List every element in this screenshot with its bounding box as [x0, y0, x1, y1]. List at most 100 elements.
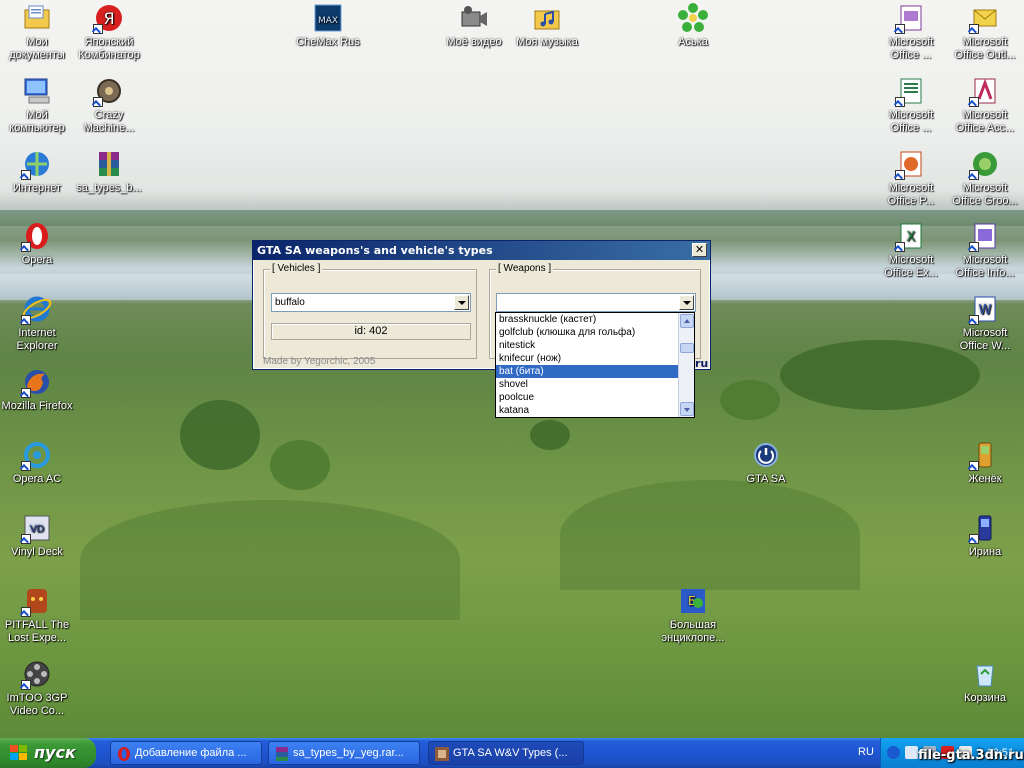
windows-logo-icon: [10, 745, 28, 761]
tray-network-icon[interactable]: [905, 746, 918, 759]
desktop-icon-label: Интернет: [13, 182, 61, 194]
desktop-icon-opera[interactable]: Opera: [0, 220, 74, 267]
weapons-list-item[interactable]: bat (бита): [496, 365, 678, 378]
desktop-icon-gta-sa[interactable]: GTA SA: [729, 439, 803, 486]
chevron-down-icon[interactable]: [679, 295, 694, 310]
groove-icon: [969, 148, 1001, 180]
desktop-icon-label: Mozilla Firefox: [1, 400, 73, 412]
desktop-icon-ms-office-word[interactable]: W Microsoft Office W...: [948, 293, 1022, 353]
desktop-icon-ms-office-excel[interactable]: X Microsoft Office Ex...: [874, 220, 948, 280]
desktop-icon-label: Internet Explorer: [16, 327, 58, 352]
desktop-icon-crazy-machine[interactable]: Crazy Machine...: [72, 75, 146, 135]
desktop-icon-label: Vinyl Deck: [11, 546, 63, 558]
scroll-up-icon[interactable]: [680, 314, 694, 328]
weapons-dropdown-list[interactable]: brassknuckle (кастет) golfclub (клюшка дл…: [495, 312, 695, 418]
desktop-icon-ms-office-powerpoint[interactable]: Microsoft Office P...: [874, 148, 948, 208]
hill: [560, 480, 860, 590]
desktop-icon-label: Японский Комбинатор: [78, 36, 140, 61]
desktop-icon-opera-ac[interactable]: Opera AC: [0, 439, 74, 486]
desktop-icon-label: Microsoft Office Acc...: [955, 109, 1015, 134]
made-by-label: Made by Yegorchic, 2005: [263, 356, 376, 367]
language-indicator[interactable]: RU: [858, 746, 874, 758]
tray-back-arrow-icon[interactable]: [887, 746, 900, 759]
film-reel-icon: [21, 658, 53, 690]
network-icon: [21, 148, 53, 180]
desktop-icon-zhenek[interactable]: Женёк: [948, 439, 1022, 486]
svg-text:Я: Я: [103, 9, 114, 28]
weapons-list-item[interactable]: poolcue: [496, 391, 678, 404]
phone-icon: [969, 512, 1001, 544]
desktop-icon-ms-office-2[interactable]: Microsoft Office ...: [874, 75, 948, 135]
desktop-icon-label: Microsoft Office P...: [887, 182, 935, 207]
desktop-icon-label: Microsoft Office W...: [959, 327, 1011, 352]
icq-flower-icon: [677, 2, 709, 34]
desktop-icon-label: Microsoft Office Info...: [955, 254, 1015, 279]
weapons-list-item[interactable]: shovel: [496, 378, 678, 391]
desktop-icon-label: ImTOO 3GP Video Co...: [6, 692, 68, 717]
desktop-icon-label: Большая энциклопе...: [661, 619, 725, 644]
power-icon: [750, 439, 782, 471]
desktop-icon-icq[interactable]: Аська: [656, 2, 730, 49]
desktop-icon-my-documents[interactable]: Мои документы: [0, 2, 74, 62]
ms-office-doc-icon: [895, 75, 927, 107]
desktop-icon-irina[interactable]: Ирина: [948, 512, 1022, 559]
desktop-icon-ms-office-groove[interactable]: Microsoft Office Groo...: [948, 148, 1022, 208]
desktop-icon-label: Ирина: [968, 546, 1002, 558]
pitfall-icon: [21, 585, 53, 617]
desktop-icon-big-encyclopedia[interactable]: Б Большая энциклопе...: [656, 585, 730, 645]
weapons-list-item[interactable]: golfclub (клюшка для гольфа): [496, 326, 678, 339]
tree: [720, 380, 780, 420]
taskbar-button-label: Добавление файла ...: [135, 747, 247, 759]
desktop-icon-japanese-combinator[interactable]: Я Японский Комбинатор: [72, 2, 146, 62]
desktop-icon-recycle-bin[interactable]: Корзина: [948, 658, 1022, 705]
desktop-icon-label: Моё видео: [446, 36, 502, 48]
desktop-icon-internet-explorer[interactable]: Internet Explorer: [0, 293, 74, 353]
ms-office-icon: [895, 2, 927, 34]
desktop-icon-my-video[interactable]: Моё видео: [437, 2, 511, 49]
desktop-icon-ms-office-access[interactable]: Microsoft Office Acc...: [948, 75, 1022, 135]
desktop-icon-imtoo-3gp[interactable]: ImTOO 3GP Video Co...: [0, 658, 74, 718]
desktop-icon-mozilla-firefox[interactable]: Mozilla Firefox: [0, 366, 74, 413]
tree: [180, 400, 260, 470]
scroll-thumb[interactable]: [680, 343, 694, 353]
outlook-icon: [969, 2, 1001, 34]
encyclopedia-icon: Б: [677, 585, 709, 617]
recycle-bin-icon: [969, 658, 1001, 690]
desktop-icon-sa-types-archive[interactable]: sa_types_b...: [72, 148, 146, 195]
vehicles-combo[interactable]: buffalo: [271, 293, 471, 312]
dropdown-scrollbar[interactable]: [678, 313, 694, 417]
desktop-icon-my-music[interactable]: Моя музыка: [510, 2, 584, 49]
taskbar-button-opera[interactable]: Добавление файла ...: [110, 741, 262, 765]
close-button[interactable]: ✕: [692, 243, 707, 257]
scroll-down-icon[interactable]: [680, 402, 694, 416]
desktop-icon-label: CheMax Rus: [296, 36, 360, 48]
weapons-list-item[interactable]: nitestick: [496, 339, 678, 352]
weapons-combo[interactable]: [496, 293, 696, 312]
desktop-icon-ms-office-outlook[interactable]: Microsoft Office Outl...: [948, 2, 1022, 62]
weapons-list-item[interactable]: knifecur (нож): [496, 352, 678, 365]
weapons-list-item[interactable]: katana: [496, 404, 678, 417]
dialog-titlebar[interactable]: GTA SA weapons's and vehicle's types ✕: [253, 241, 710, 260]
video-camera-icon: [458, 2, 490, 34]
start-button[interactable]: пуск: [0, 738, 96, 768]
weapons-list-items: brassknuckle (кастет) golfclub (клюшка дл…: [496, 313, 694, 417]
desktop-icon-internet[interactable]: Интернет: [0, 148, 74, 195]
desktop-icon-pitfall[interactable]: PITFALL The Lost Expe...: [0, 585, 74, 645]
desktop-icon-ms-office-1[interactable]: Microsoft Office ...: [874, 2, 948, 62]
weapons-legend: [ Weapons ]: [496, 263, 554, 274]
svg-text:W: W: [979, 303, 992, 318]
desktop-icon-vinyl-deck[interactable]: VD Vinyl Deck: [0, 512, 74, 559]
distant-treeline: [0, 210, 1024, 226]
weapons-list-item[interactable]: brassknuckle (кастет): [496, 313, 678, 326]
powerpoint-icon: [895, 148, 927, 180]
chemax-icon: MAX: [312, 2, 344, 34]
desktop-icon-ms-office-infopath[interactable]: Microsoft Office Info...: [948, 220, 1022, 280]
taskbar-button-winrar[interactable]: sa_types_by_yeg.rar...: [268, 741, 420, 765]
desktop-icon-chemax[interactable]: MAX CheMax Rus: [291, 2, 365, 49]
chevron-down-icon[interactable]: [454, 295, 469, 310]
desktop-icon-my-computer[interactable]: Мой компьютер: [0, 75, 74, 135]
desktop-icon-label: sa_types_b...: [76, 182, 142, 194]
desktop-icon-label: Аська: [678, 36, 708, 48]
taskbar-button-gta-types[interactable]: GTA SA W&V Types (...: [428, 741, 584, 765]
vehicle-id-display: id: 402: [271, 323, 471, 340]
